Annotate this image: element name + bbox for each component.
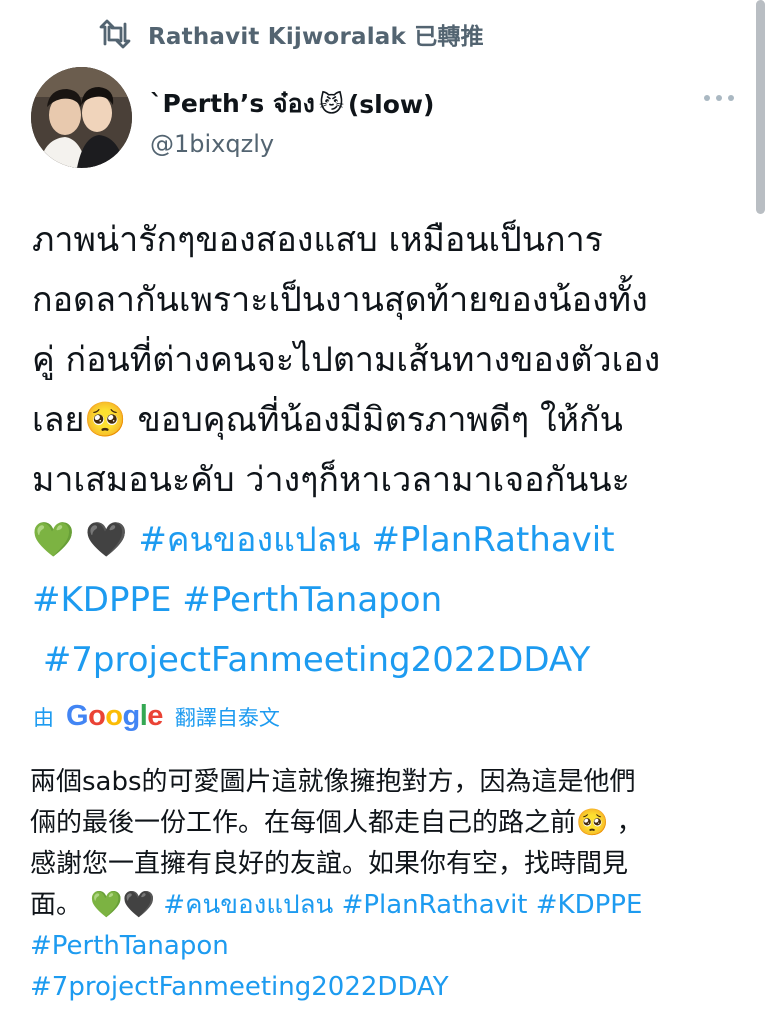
- translation-prefix: 由: [33, 705, 54, 730]
- tweet-line: #KDPPE #PerthTanapon: [32, 570, 752, 630]
- user-handle[interactable]: @1bixqzly: [150, 130, 434, 158]
- translation-segment: ，: [608, 808, 643, 838]
- tweet-text-segment: เลย: [32, 400, 85, 440]
- smirking-cat-emoji-icon: 😼: [318, 90, 344, 118]
- retweet-text: Rathavit Kijworalak 已轉推: [148, 24, 484, 50]
- hashtag-link[interactable]: #คนของแปลน: [163, 890, 333, 920]
- translation-suffix: 翻譯自泰文: [174, 705, 280, 730]
- tweet-line: กอดลากันเพราะเป็นงานสุดท้ายของน้องทั้ง: [32, 280, 648, 320]
- translation-line: 兩個sabs的可愛圖片這就像擁抱對方，因為這是他們: [30, 767, 636, 797]
- hashtag-link[interactable]: #PerthTanapon: [182, 580, 442, 620]
- hashtag-link[interactable]: #PlanRathavit: [371, 520, 614, 560]
- green-heart-emoji-icon: 💚: [90, 890, 123, 920]
- tweet-author[interactable]: `Perth’s จ๋อง 😼 (slow) @1bixqzly: [150, 84, 434, 158]
- hashtag-link[interactable]: #7projectFanmeeting2022DDAY: [43, 640, 591, 680]
- tweet-line: คู่ ก่อนที่ต่างคนจะไปตามเส้นทางของตัวเอง: [32, 340, 661, 380]
- tweet-line: 💚 🖤 #คนของแปลน #PlanRathavit: [32, 510, 752, 570]
- translation-line: 倆的最後一份工作。在每個人都走自己的路之前🥺 ，: [30, 803, 750, 844]
- translation-line: 面。 💚🖤 #คนของแปลน #PlanRathavit #KDPPE: [30, 885, 750, 926]
- hashtag-link[interactable]: #7projectFanmeeting2022DDAY: [30, 972, 449, 1002]
- black-heart-emoji-icon: 🖤: [85, 520, 128, 560]
- more-horizontal-icon[interactable]: [704, 88, 740, 108]
- translation-attribution[interactable]: 由 Google 翻譯自泰文: [33, 700, 280, 733]
- hashtag-link[interactable]: #PerthTanapon: [30, 931, 229, 961]
- tweet-line: มาเสมอนะคับ ว่างๆก็หาเวลามาเจอกันนะ: [32, 460, 630, 500]
- google-logo: Google: [66, 700, 163, 732]
- translation-segment: 倆的最後一份工作。在每個人都走自己的路之前: [30, 808, 577, 838]
- translation-segment: 面。: [30, 890, 91, 920]
- hashtag-link[interactable]: #KDPPE: [32, 580, 171, 620]
- translated-text: 兩個sabs的可愛圖片這就像擁抱對方，因為這是他們 倆的最後一份工作。在每個人都…: [30, 762, 750, 1008]
- black-heart-emoji-icon: 🖤: [122, 890, 156, 920]
- scrollbar[interactable]: [756, 0, 765, 214]
- translation-line: #7projectFanmeeting2022DDAY: [30, 967, 750, 1008]
- tweet-line: ภาพน่ารักๆของสองแสบ เหมือนเป็นการ: [32, 220, 603, 260]
- avatar[interactable]: [31, 67, 132, 168]
- green-heart-emoji-icon: 💚: [32, 520, 75, 560]
- display-name[interactable]: `Perth’s จ๋อง 😼 (slow): [150, 84, 434, 124]
- retweet-indicator[interactable]: Rathavit Kijworalak 已轉推: [98, 16, 484, 52]
- tweet-text-segment: ขอบคุณที่น้องมีมิตรภาพดีๆ ให้กัน: [126, 400, 623, 440]
- tweet-line: #7projectFanmeeting2022DDAY: [32, 630, 752, 690]
- translation-line: 感謝您一直擁有良好的友誼。如果你有空，找時間見: [30, 849, 629, 879]
- pleading-face-emoji-icon: 🥺: [576, 808, 609, 838]
- translation-line: #PerthTanapon: [30, 926, 750, 967]
- hashtag-link[interactable]: #KDPPE: [536, 890, 643, 920]
- display-name-suffix: (slow): [347, 89, 435, 119]
- retweet-icon: [99, 19, 131, 49]
- pleading-face-emoji-icon: 🥺: [84, 400, 127, 440]
- hashtag-link[interactable]: #PlanRathavit: [342, 890, 528, 920]
- display-name-prefix: `Perth’s จ๋อง: [150, 89, 315, 118]
- tweet-text: ภาพน่ารักๆของสองแสบ เหมือนเป็นการ กอดลาก…: [32, 210, 752, 690]
- tweet-line: เลย🥺 ขอบคุณที่น้องมีมิตรภาพดีๆ ให้กัน: [32, 390, 752, 450]
- hashtag-link[interactable]: #คนของแปลน: [138, 520, 360, 560]
- avatar-photo: [31, 67, 132, 168]
